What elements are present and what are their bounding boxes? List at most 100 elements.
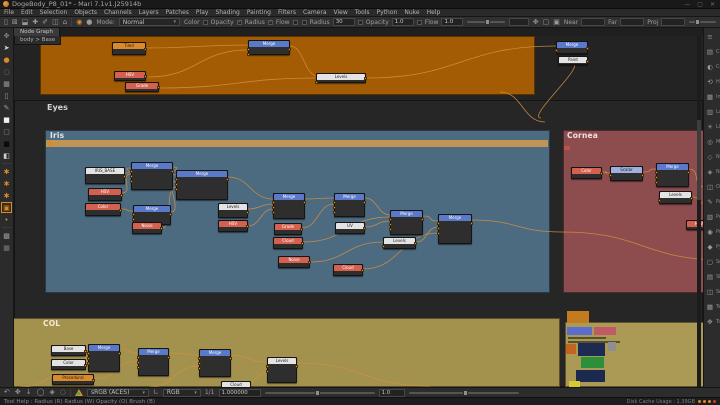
field-opacity[interactable]: 1.0 (392, 18, 414, 26)
menu-filters[interactable]: Filters (278, 9, 296, 16)
graph-node-levels[interactable]: Levels (659, 191, 692, 204)
dashed-circle-icon[interactable]: ◌ (60, 388, 66, 397)
foreground-swatch[interactable]: ■ (1, 114, 12, 125)
dock-objects[interactable]: ◫Objects (704, 179, 720, 194)
input-port[interactable] (198, 357, 201, 360)
menu-edit[interactable]: Edit (21, 9, 33, 16)
input-port[interactable] (175, 188, 178, 191)
paint-brush-icon[interactable]: ✐ (42, 18, 48, 27)
dock-python[interactable]: ◆Python (704, 239, 720, 254)
output-port[interactable] (226, 178, 229, 181)
dock-texture-sets[interactable]: ▦Texture Sets (704, 299, 720, 314)
menu-camera[interactable]: Camera (303, 9, 327, 16)
input-port[interactable] (272, 206, 275, 209)
gain-field[interactable]: 1.000000 (219, 389, 261, 397)
graph-node-base[interactable]: Base (51, 345, 86, 356)
input-port[interactable] (87, 362, 90, 365)
node-graph-canvas[interactable]: body > Base Eyes IrisCorneaCOLTiledMerge… (14, 36, 703, 387)
menu-tools[interactable]: Tools (355, 9, 370, 16)
gamma-field[interactable]: 1.0 (379, 389, 405, 397)
dock-modo-render[interactable]: ◎Modo Render (704, 134, 720, 149)
dock-node-properties[interactable]: ◈Node Properties (704, 164, 720, 179)
dock-snapshots[interactable]: ◫Snapshots (704, 284, 720, 299)
diamond-icon[interactable]: ◈ (49, 388, 54, 397)
clamp-icon[interactable]: ◫ (52, 18, 59, 27)
graph-node-scalar[interactable]: Scalar (610, 166, 643, 181)
input-port[interactable] (609, 174, 612, 177)
mask-tool[interactable]: ▦ (1, 242, 12, 253)
mask-swatch[interactable]: ◧ (1, 150, 12, 161)
output-port[interactable] (157, 86, 160, 89)
graph-node-merge[interactable]: Merge (273, 193, 305, 219)
new-project-icon[interactable]: ▯ (4, 18, 8, 27)
checkbox-radius[interactable] (268, 20, 273, 25)
swap-swatch[interactable]: ▢ (1, 126, 12, 137)
output-port[interactable] (641, 174, 644, 177)
clip-slider[interactable] (689, 21, 716, 23)
toolbar-extra-field[interactable] (509, 18, 529, 26)
output-port[interactable] (308, 261, 311, 264)
paint-tool[interactable]: ● (1, 54, 12, 65)
circle-icon[interactable]: ◯ (37, 388, 45, 397)
output-port[interactable] (414, 242, 417, 245)
dock-colors[interactable]: ◐Colors (704, 59, 720, 74)
input-port[interactable] (137, 366, 140, 369)
background-swatch[interactable]: ■ (1, 138, 12, 149)
menu-view[interactable]: View (334, 9, 348, 16)
dock-patches[interactable]: ▧Patches (704, 209, 720, 224)
colorspace-select[interactable]: sRGB (ACES)▾ (87, 389, 149, 397)
input-port[interactable] (247, 53, 250, 56)
breadcrumb[interactable]: body > Base (14, 36, 61, 45)
dock-tool-properties[interactable]: ✥Tool Properties (704, 314, 720, 329)
toggle-radius[interactable] (302, 20, 307, 25)
input-port[interactable] (266, 370, 269, 373)
checkbox-flow[interactable] (293, 20, 298, 25)
clip-field-far[interactable] (620, 18, 644, 26)
canvas-scrollbar[interactable] (697, 36, 701, 387)
dock-image-manager[interactable]: ▦Image Manager (704, 89, 720, 104)
graph-node-noise[interactable]: Noise (278, 256, 310, 268)
output-port[interactable] (361, 269, 364, 272)
graph-node-merge[interactable]: Merge (248, 40, 290, 55)
graph-node-levels[interactable]: Levels (316, 73, 366, 83)
graph-node-cloud[interactable]: Cloud (273, 237, 303, 249)
graph-node-merge[interactable]: Merge (176, 170, 228, 200)
input-port[interactable] (555, 49, 558, 52)
dock-menu[interactable]: ≡ (704, 29, 720, 44)
input-port[interactable] (175, 183, 178, 186)
clone-tool[interactable]: ▦ (1, 78, 12, 89)
minimize-button[interactable]: — (684, 1, 690, 8)
graph-node-merge[interactable]: Merge (656, 163, 689, 187)
menu-play[interactable]: Play (196, 9, 209, 16)
download-icon[interactable]: ↓ (26, 388, 32, 397)
transform-icon[interactable]: ✥ (15, 388, 21, 397)
input-port[interactable] (382, 245, 385, 248)
output-port[interactable] (229, 357, 232, 360)
input-port[interactable] (137, 356, 140, 359)
input-port[interactable] (198, 362, 201, 365)
graph-node-grade[interactable]: Grade (125, 82, 159, 92)
output-port[interactable] (421, 218, 424, 221)
gamma-slider[interactable] (409, 392, 519, 394)
input-port[interactable] (437, 227, 440, 230)
graph-icon[interactable]: ∟ (153, 388, 159, 397)
slice-tool[interactable]: ▯ (1, 90, 12, 101)
input-port[interactable] (137, 361, 140, 364)
input-port[interactable] (198, 367, 201, 370)
output-port[interactable] (171, 170, 174, 173)
checkbox-color[interactable] (203, 20, 208, 25)
mode-select[interactable]: Normal▾ (119, 18, 180, 26)
output-port[interactable] (92, 379, 95, 382)
input-port[interactable] (132, 218, 135, 221)
toolbar-slider[interactable] (467, 21, 504, 23)
graph-node-hsv[interactable]: HSV (114, 71, 146, 81)
output-port[interactable] (364, 77, 367, 80)
field-flow[interactable]: 1.0 (441, 18, 463, 26)
color-triangle-icon[interactable] (75, 389, 83, 396)
output-port[interactable] (167, 356, 170, 359)
toggle-flow[interactable] (417, 20, 422, 25)
output-port[interactable] (690, 197, 693, 200)
graph-node-levels[interactable]: Levels (218, 203, 248, 218)
input-port[interactable] (87, 357, 90, 360)
menu-help[interactable]: Help (427, 9, 441, 16)
